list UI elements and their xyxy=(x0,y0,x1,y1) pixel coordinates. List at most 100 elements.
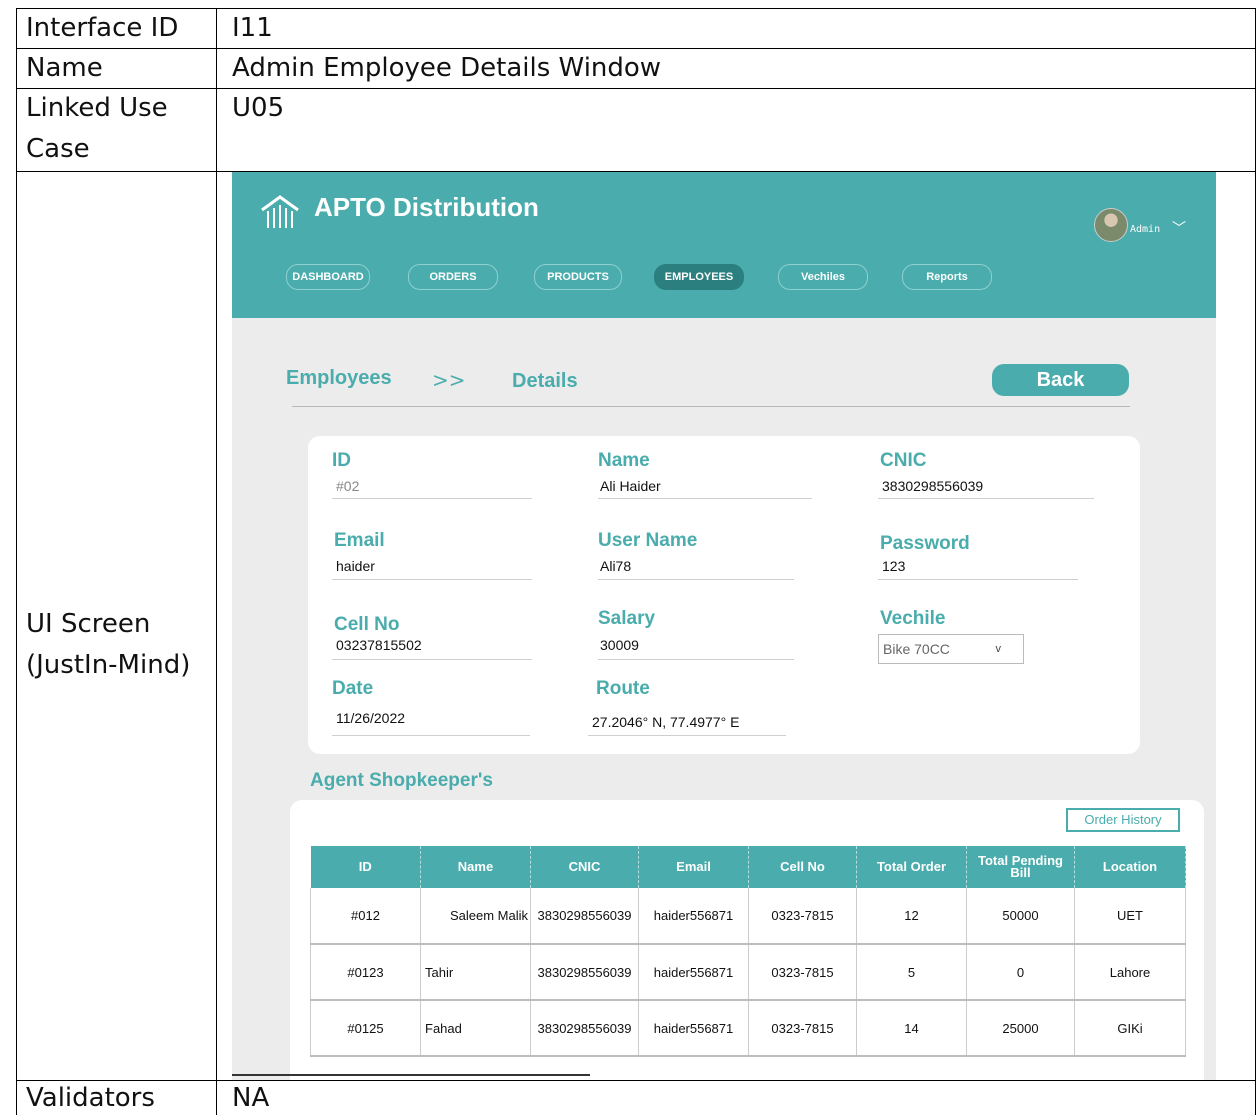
nav-orders[interactable]: ORDERS xyxy=(408,264,498,290)
column-header-cell-no[interactable]: Cell No xyxy=(748,846,857,888)
breadcrumb-separator: >> xyxy=(432,368,466,392)
row-value-linked-use-case: U05 xyxy=(232,93,285,123)
order-history-button[interactable]: Order History xyxy=(1066,808,1180,832)
vehicle-label: Vechile xyxy=(880,608,946,629)
nav-products[interactable]: PRODUCTS xyxy=(534,264,622,290)
email-label: Email xyxy=(334,530,385,551)
cell-cnic: 3830298556039 xyxy=(530,888,639,945)
row-label-name: Name xyxy=(26,53,103,83)
vehicle-select[interactable]: Bike 70CC v xyxy=(878,634,1024,664)
row-label-validators: Validators xyxy=(26,1083,155,1113)
agents-section-title: Agent Shopkeeper's xyxy=(310,770,493,791)
field-underline xyxy=(332,579,532,580)
table-rule xyxy=(16,8,1256,9)
password-label: Password xyxy=(880,533,970,554)
building-columns-icon xyxy=(261,195,299,228)
table-row[interactable]: #0123 Tahir 3830298556039 haider556871 0… xyxy=(310,944,1186,1001)
password-field[interactable]: 123 xyxy=(882,558,905,574)
row-value-validators: NA xyxy=(232,1083,270,1113)
divider xyxy=(232,1074,590,1076)
table-rule xyxy=(16,1080,1256,1081)
cell-id: #0125 xyxy=(310,1000,421,1057)
cell-no-field[interactable]: 03237815502 xyxy=(336,637,422,653)
table-row[interactable]: #0125 Fahad 3830298556039 haider556871 0… xyxy=(310,1000,1186,1057)
cell-location: UET xyxy=(1074,888,1186,945)
row-label-ui-screen: UI Screen (JustIn-Mind) xyxy=(26,609,191,680)
cell-location: Lahore xyxy=(1074,944,1186,1001)
cell-name: Fahad xyxy=(420,1000,531,1057)
field-underline xyxy=(598,659,794,660)
field-underline xyxy=(332,735,530,736)
ui-screen: APTO Distribution Admin ﹀ DASHBOARD ORDE… xyxy=(232,172,1216,1080)
cell-pending-bill: 25000 xyxy=(966,1000,1075,1057)
cell-total-order: 12 xyxy=(856,888,967,945)
cell-email: haider556871 xyxy=(638,1000,749,1057)
top-bar: APTO Distribution Admin ﹀ DASHBOARD ORDE… xyxy=(232,172,1216,318)
divider xyxy=(292,406,1130,407)
field-underline xyxy=(878,579,1078,580)
email-field[interactable]: haider xyxy=(336,558,375,574)
back-button[interactable]: Back xyxy=(992,364,1129,396)
row-label-linked-use-case: Linked Use Case xyxy=(26,93,168,164)
table-rule xyxy=(16,8,17,1115)
cell-cell-no: 0323-7815 xyxy=(748,888,857,945)
username-field[interactable]: Ali78 xyxy=(600,558,631,574)
agents-table: ID Name CNIC Email Cell No Total Order T… xyxy=(310,846,1186,1057)
date-field[interactable]: 11/26/2022 xyxy=(336,710,405,726)
cell-total-order: 14 xyxy=(856,1000,967,1057)
field-underline xyxy=(588,735,786,736)
route-field[interactable]: 27.2046° N, 77.4977° E xyxy=(592,714,739,730)
user-name[interactable]: Admin xyxy=(1130,224,1160,235)
nav-vechiles[interactable]: Vechiles xyxy=(778,264,868,290)
cell-cell-no: 0323-7815 xyxy=(748,1000,857,1057)
id-field[interactable]: #02 xyxy=(336,478,359,494)
cnic-field[interactable]: 3830298556039 xyxy=(882,478,983,494)
salary-label: Salary xyxy=(598,608,656,629)
table-rule xyxy=(216,8,217,1115)
employee-details-card xyxy=(308,436,1140,754)
cell-location: GIKi xyxy=(1074,1000,1186,1057)
cnic-label: CNIC xyxy=(880,450,927,471)
vehicle-select-value: Bike 70CC xyxy=(883,641,950,657)
column-header-email[interactable]: Email xyxy=(638,846,749,888)
salary-field[interactable]: 30009 xyxy=(600,637,639,653)
column-header-name[interactable]: Name xyxy=(420,846,531,888)
breadcrumb-employees[interactable]: Employees xyxy=(286,367,392,390)
avatar[interactable] xyxy=(1094,208,1128,242)
date-label: Date xyxy=(332,678,374,699)
column-header-total-order[interactable]: Total Order xyxy=(856,846,967,888)
cell-cnic: 3830298556039 xyxy=(530,1000,639,1057)
cell-id: #012 xyxy=(310,888,421,945)
row-value-name: Admin Employee Details Window xyxy=(232,53,662,83)
id-label: ID xyxy=(332,450,351,471)
username-label: User Name xyxy=(598,530,698,551)
cell-cnic: 3830298556039 xyxy=(530,944,639,1001)
column-header-id[interactable]: ID xyxy=(310,846,421,888)
row-label-interface-id: Interface ID xyxy=(26,13,179,43)
chevron-down-icon: v xyxy=(995,643,1002,655)
name-field[interactable]: Ali Haider xyxy=(600,478,661,494)
column-header-location[interactable]: Location xyxy=(1074,846,1186,888)
row-value-interface-id: I11 xyxy=(232,13,273,43)
cell-id: #0123 xyxy=(310,944,421,1001)
column-header-total-pending-bill[interactable]: Total Pending Bill xyxy=(966,846,1075,888)
nav-employees[interactable]: EMPLOYEES xyxy=(654,264,744,290)
column-header-cnic[interactable]: CNIC xyxy=(530,846,639,888)
route-label: Route xyxy=(596,678,650,699)
brand-name[interactable]: APTO Distribution xyxy=(314,192,539,223)
field-underline xyxy=(878,498,1094,499)
table-header-row: ID Name CNIC Email Cell No Total Order T… xyxy=(310,846,1186,888)
cell-name: Tahir xyxy=(420,944,531,1001)
table-row[interactable]: #012 Saleem Malik 3830298556039 haider55… xyxy=(310,888,1186,945)
cell-pending-bill: 50000 xyxy=(966,888,1075,945)
field-underline xyxy=(598,498,812,499)
nav-reports[interactable]: Reports xyxy=(902,264,992,290)
nav-dashboard[interactable]: DASHBOARD xyxy=(286,264,370,290)
cell-pending-bill: 0 xyxy=(966,944,1075,1001)
name-label: Name xyxy=(598,450,650,471)
chevron-down-icon[interactable]: ﹀ xyxy=(1172,218,1186,238)
breadcrumb-details: Details xyxy=(512,370,578,392)
cell-total-order: 5 xyxy=(856,944,967,1001)
cell-cell-no: 0323-7815 xyxy=(748,944,857,1001)
field-underline xyxy=(332,498,532,499)
